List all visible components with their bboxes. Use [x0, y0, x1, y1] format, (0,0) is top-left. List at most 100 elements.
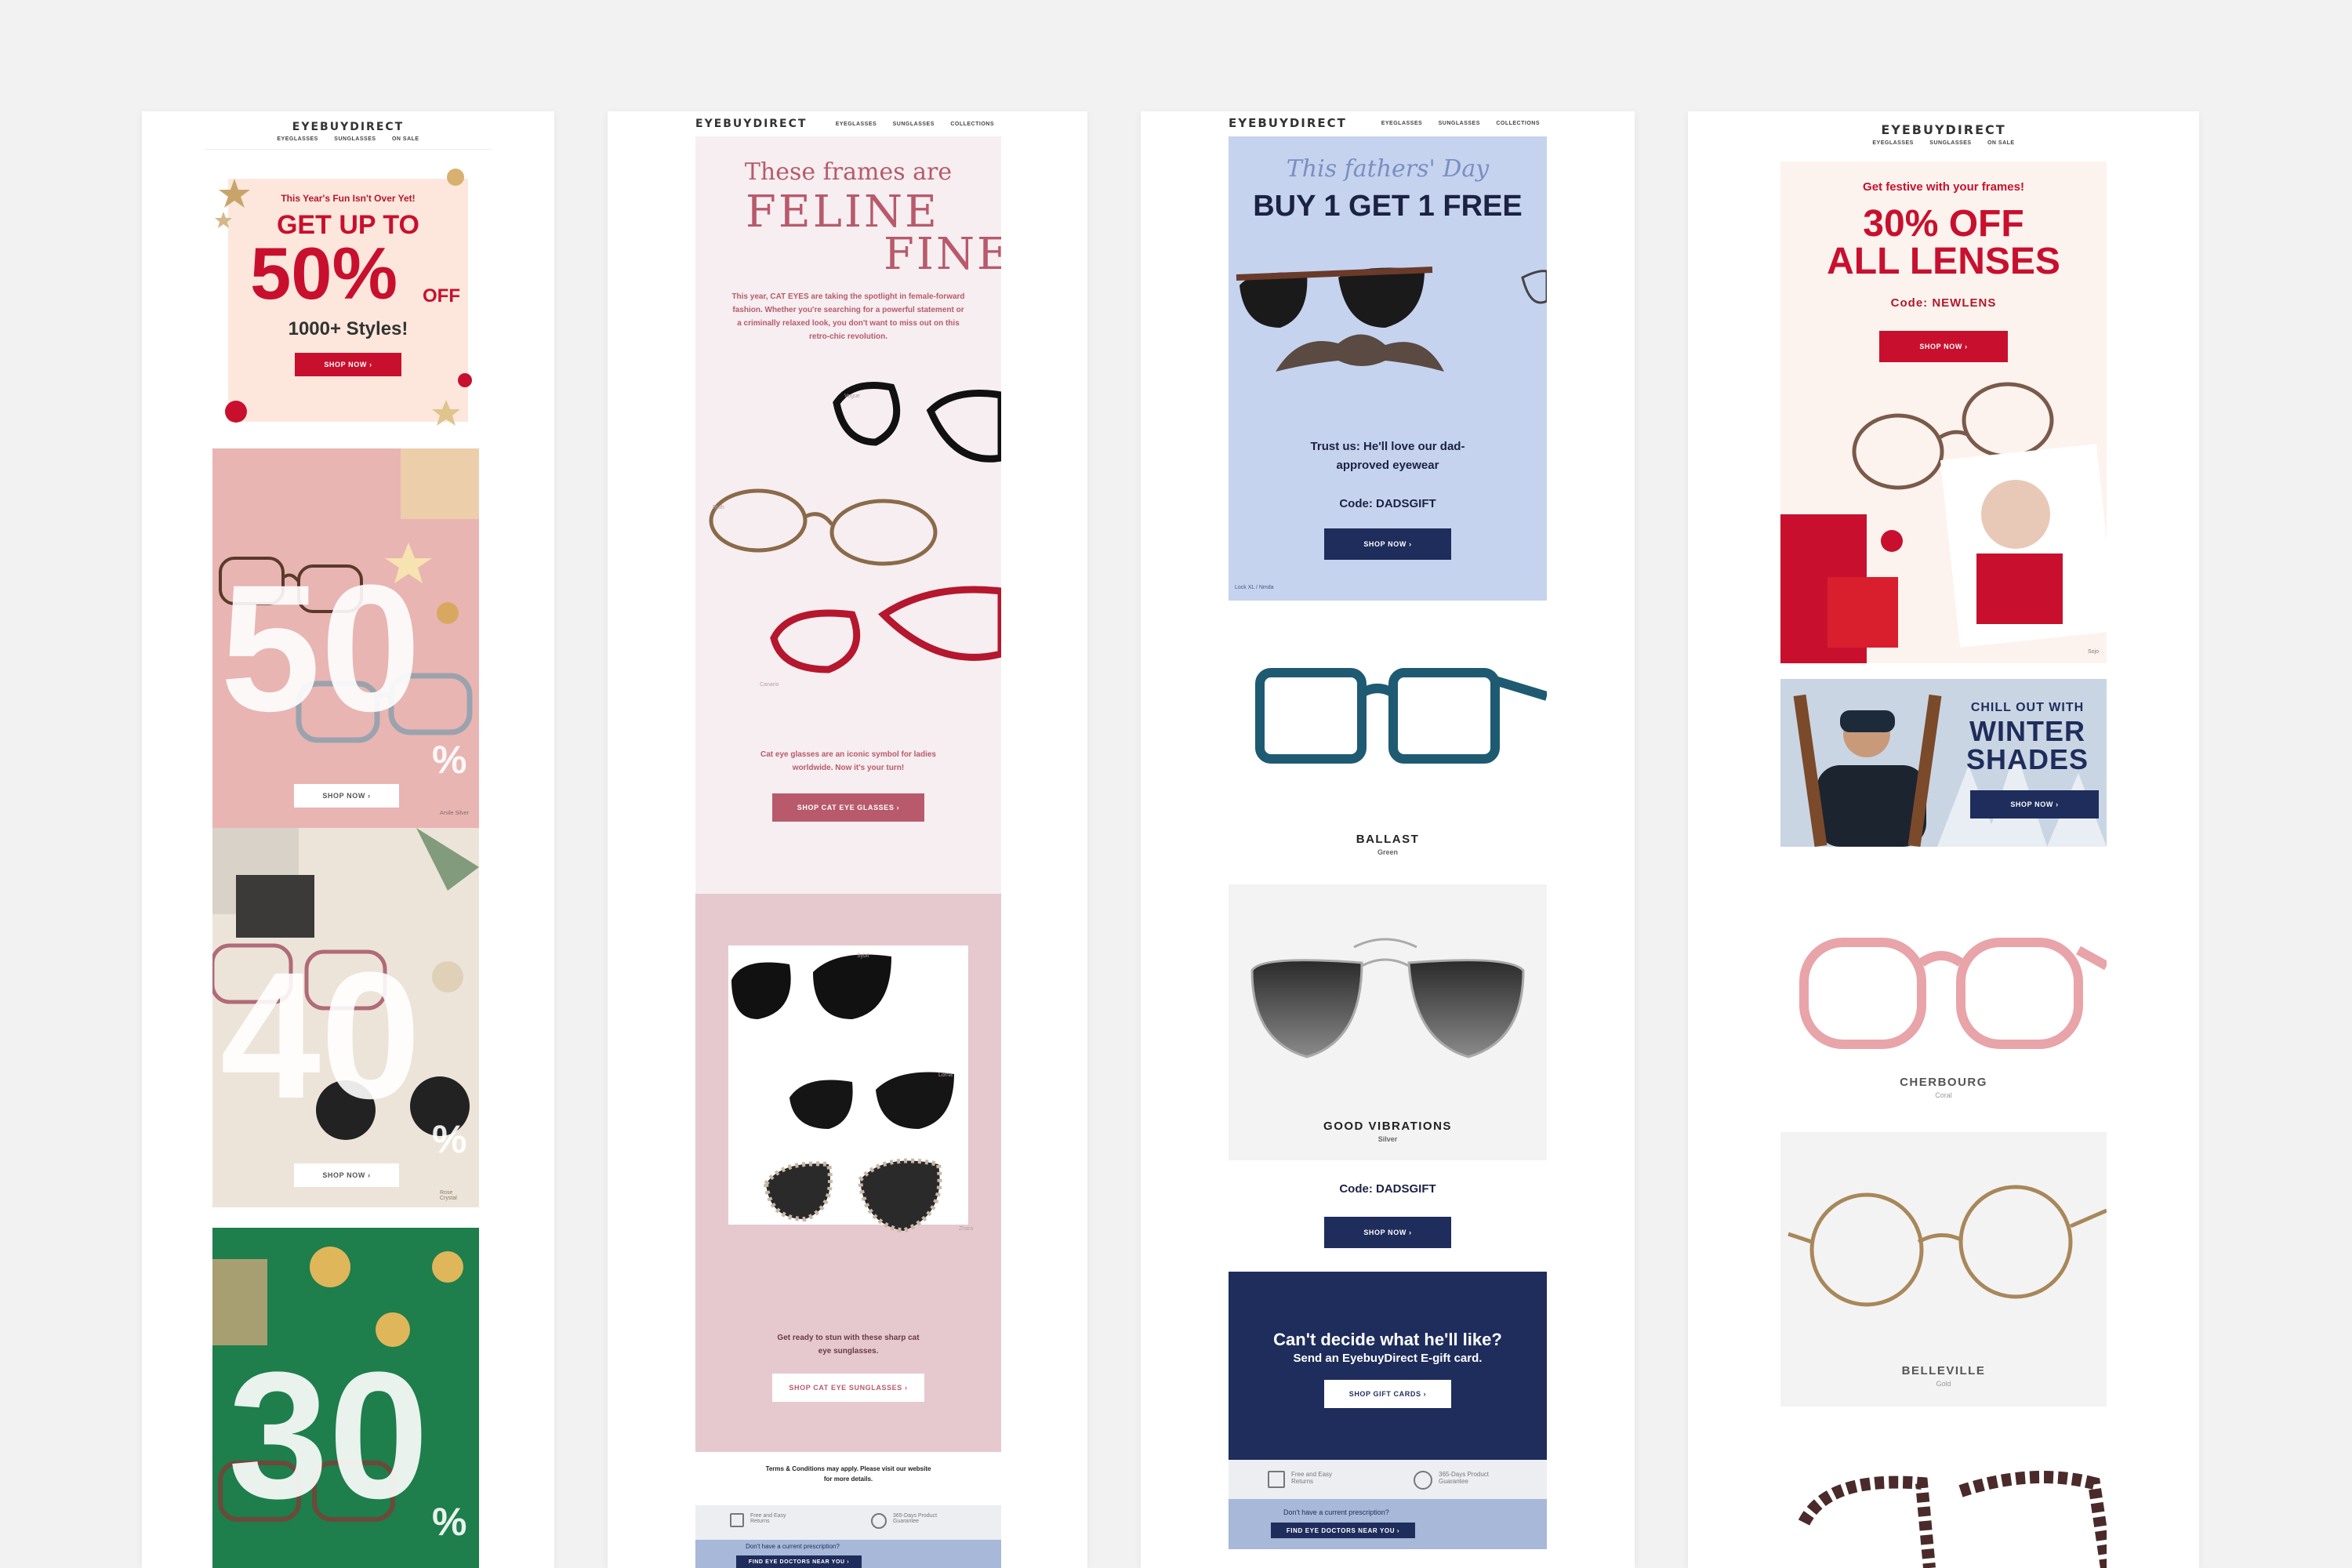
shop-now-button-2[interactable]: SHOP NOW ›: [1324, 1217, 1451, 1248]
frame-label-vogue: Vogue: [844, 394, 860, 399]
product-color: Coral: [1935, 1091, 1952, 1099]
email-preview-3: EYEBUYDIRECT EYEGLASSES SUNGLASSES COLLE…: [1141, 111, 1635, 1568]
hero-kicker: Get festive with your frames!: [1863, 180, 2024, 194]
tortoise-glasses-image: [1798, 1471, 2107, 1568]
perks-footer: Free and Easy Returns 365-Days Product G…: [695, 1505, 1001, 1568]
returns-icon: [1268, 1471, 1285, 1488]
tile-percent: %: [432, 1500, 467, 1544]
hero-body: Trust us: He'll love our dad-approved ey…: [1310, 440, 1465, 472]
terms-notice: Terms & Conditions may apply. Please vis…: [765, 1465, 931, 1483]
prescription-question: Don't have a current prescription?: [1283, 1508, 1389, 1516]
ballast-glasses-image: [1255, 668, 1547, 764]
discount-tile-40[interactable]: 40 % SHOP NOW › Rose Crystal: [212, 828, 479, 1207]
winter-shades-banner[interactable]: CHILL OUT WITH WINTER SHADES SHOP NOW ›: [1780, 679, 2107, 847]
tile-caption: Arsile Silver: [440, 811, 469, 816]
nav-collections[interactable]: COLLECTIONS: [1496, 121, 1540, 126]
nav-on-sale[interactable]: ON SALE: [1987, 140, 2015, 146]
tile-number: 30: [228, 1334, 429, 1536]
product-color: Green: [1377, 848, 1398, 856]
nav-collections[interactable]: COLLECTIONS: [950, 122, 994, 127]
nav-eyeglasses[interactable]: EYEGLASSES: [277, 136, 318, 142]
email-preview-4: EYEBUYDIRECT EYEGLASSES SUNGLASSES ON SA…: [1688, 111, 2199, 1568]
sunglasses-illustration: [731, 954, 954, 1234]
cat-eye-sunglasses-section: Sybil Lorna Zhara Get ready to stun with…: [695, 894, 1001, 1452]
shop-gift-cards-button[interactable]: SHOP GIFT CARDS ›: [1324, 1380, 1451, 1408]
sun-tagline: Get ready to stun with these sharp cat e…: [777, 1334, 920, 1356]
winter-line1: CHILL OUT WITH: [1970, 701, 2085, 714]
product-name: BELLEVILLE: [1901, 1364, 1986, 1377]
nav-eyeglasses[interactable]: EYEGLASSES: [836, 122, 877, 127]
tile-number: 50: [220, 547, 421, 749]
shop-now-button[interactable]: SHOP NOW ›: [295, 353, 401, 376]
find-eye-doctors-button[interactable]: FIND EYE DOCTORS NEAR YOU ›: [736, 1555, 862, 1568]
product-card-cherbourg[interactable]: CHERBOURG Coral: [1780, 872, 2107, 1115]
nav-eyeglasses[interactable]: EYEGLASSES: [1872, 140, 1913, 146]
product-card-partial[interactable]: [1780, 1421, 2107, 1568]
promo-code: Code: NEWLENS: [1890, 296, 1997, 310]
nav-eyeglasses[interactable]: EYEGLASSES: [1381, 121, 1422, 126]
nav-sunglasses[interactable]: SUNGLASSES: [1439, 121, 1480, 126]
tile-shop-now-button[interactable]: SHOP NOW ›: [294, 1163, 399, 1187]
perks-footer: Free and Easy Returns 365-Days Product G…: [1229, 1460, 1547, 1549]
hero-kicker: This Year's Fun Isn't Over Yet!: [281, 193, 416, 204]
hero-styles: 1000+ Styles!: [288, 318, 408, 339]
festive-glasses-illustration: [1780, 382, 2107, 663]
product-name: BALLAST: [1356, 833, 1420, 846]
nav-sunglasses[interactable]: SUNGLASSES: [893, 122, 935, 127]
hero-body: This year, CAT EYES are taking the spotl…: [731, 292, 965, 341]
tile-percent: %: [432, 738, 467, 782]
nav-sunglasses[interactable]: SUNGLASSES: [1929, 140, 1971, 146]
frame-label-canario: Canario: [760, 682, 779, 688]
discount-tile-30[interactable]: 30 %: [212, 1228, 479, 1568]
discount-tile-50[interactable]: 50 % SHOP NOW › Arsile Silver: [212, 448, 479, 828]
aviator-sunglasses-image: [1250, 938, 1525, 1058]
hero-caption: Lock XL / Nmda: [1235, 585, 1274, 590]
product-card-ballast[interactable]: BALLAST Green: [1229, 618, 1547, 877]
shop-cat-eye-sunglasses-button[interactable]: SHOP CAT EYE SUNGLASSES ›: [772, 1374, 924, 1402]
promo-code: Code: DADSGIFT: [1339, 497, 1436, 510]
winter-line3: SHADES: [1965, 743, 2089, 775]
frame-label-lorna: Lorna: [938, 1073, 953, 1078]
product-card-good-vibrations[interactable]: GOOD VIBRATIONS Silver: [1229, 884, 1547, 1160]
email-preview-1: EYEBUYDIRECT EYEGLASSES SUNGLASSES ON SA…: [142, 111, 554, 1568]
promo-code-2: Code: DADSGIFT: [1339, 1182, 1436, 1196]
tile-percent: %: [432, 1117, 467, 1161]
frame-label-sybil: Sybil: [857, 953, 869, 959]
product-card-belleville[interactable]: BELLEVILLE Gold: [1780, 1132, 2107, 1406]
hero-line1: These frames are: [744, 158, 953, 186]
hero-line3: FINE: [884, 229, 1001, 280]
prescription-question: Don't have a current prescription?: [746, 1543, 840, 1550]
email-nav: EYEGLASSES SUNGLASSES ON SALE: [142, 136, 554, 142]
tile-caption: Rose Crystal: [440, 1190, 457, 1201]
perk-guarantee: 365-Days Product Guarantee: [893, 1513, 938, 1524]
guarantee-icon: [1414, 1471, 1432, 1490]
email-preview-2: EYEBUYDIRECT EYEGLASSES SUNGLASSES COLLE…: [608, 111, 1087, 1568]
product-name: CHERBOURG: [1900, 1076, 1987, 1089]
nav-on-sale[interactable]: ON SALE: [392, 136, 419, 142]
brand-logo[interactable]: EYEBUYDIRECT: [142, 121, 554, 133]
brand-logo[interactable]: EYEBUYDIRECT: [695, 118, 807, 130]
brand-logo[interactable]: EYEBUYDIRECT: [1229, 116, 1347, 130]
find-eye-doctors-button[interactable]: FIND EYE DOCTORS NEAR YOU ›: [1271, 1523, 1415, 1538]
lens-promo-hero: Get festive with your frames! 30% OFF AL…: [1780, 162, 2107, 663]
cat-eye-glasses-illustration: [709, 382, 1001, 673]
promo-hero: This Year's Fun Isn't Over Yet! GET UP T…: [212, 165, 484, 431]
perk-guarantee: 365-Days Product Guarantee: [1439, 1471, 1490, 1485]
perk-returns: Free and Easy Returns: [1291, 1471, 1333, 1485]
shop-cat-eye-glasses-button[interactable]: SHOP CAT EYE GLASSES ›: [772, 793, 924, 822]
returns-icon: [730, 1513, 744, 1527]
shop-now-button[interactable]: SHOP NOW ›: [1324, 528, 1451, 560]
tile-shop-now-button[interactable]: SHOP NOW ›: [294, 784, 399, 808]
hero-percent: 50%: [250, 232, 398, 314]
perk-returns: Free and Easy Returns: [750, 1513, 786, 1524]
winter-shop-now-button[interactable]: SHOP NOW ›: [1970, 790, 2099, 818]
frame-label-ruth: Ruth: [713, 505, 724, 510]
shop-now-button[interactable]: SHOP NOW ›: [1879, 331, 2008, 362]
brand-logo[interactable]: EYEBUYDIRECT: [1688, 122, 2199, 137]
product-name: GOOD VIBRATIONS: [1323, 1120, 1452, 1133]
sunglasses-mustache-illustration: [1236, 267, 1547, 372]
hero-caption: Sojo: [2088, 649, 2100, 655]
gift-card-banner: Can't decide what he'll like? Send an Ey…: [1229, 1272, 1547, 1460]
fathers-day-hero: This fathers' Day BUY 1 GET 1 FREE Trust…: [1229, 136, 1547, 601]
nav-sunglasses[interactable]: SUNGLASSES: [334, 136, 376, 142]
